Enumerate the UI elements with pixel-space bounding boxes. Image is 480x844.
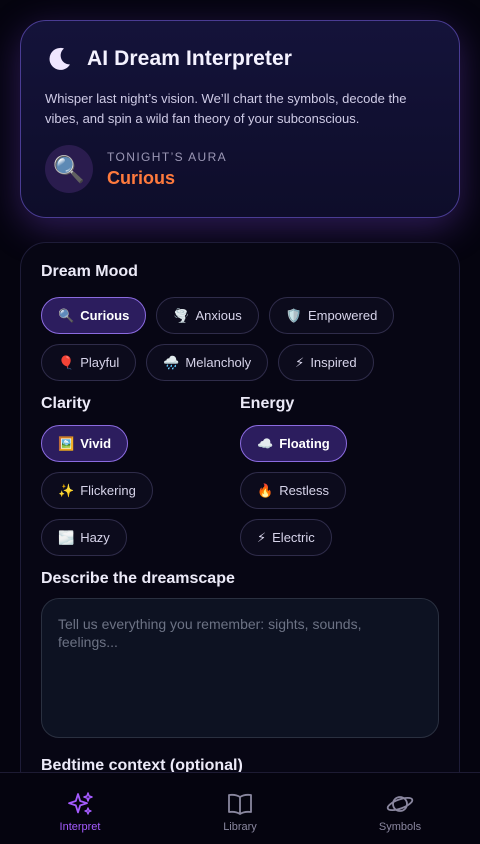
nav-item-symbols[interactable]: Symbols [320,773,480,844]
chip-label: Anxious [195,308,242,323]
app-title: AI Dream Interpreter [87,47,293,70]
chip-label: Restless [279,483,330,498]
energy-chip-electric[interactable]: ⚡ Electric [240,519,332,556]
nav-label: Library [223,821,257,833]
mood-chip-melancholy[interactable]: 🌧️ Melancholy [146,344,269,381]
dreamscape-textarea[interactable] [41,598,439,738]
rain-cloud-icon: 🌧️ [163,354,180,370]
chip-label: Playful [80,355,120,370]
magnifier-icon: 🔍 [52,153,86,184]
aura-row: 🔍 TONIGHT’S AURA Curious [45,145,435,193]
framed-picture-icon: 🖼️ [58,435,75,451]
clarity-energy-row: Clarity 🖼️ Vivid ✨ Flickering 🌫️ Hazy En… [41,395,439,556]
cloud-icon: ☁️ [257,435,274,451]
balloon-icon: 🎈 [58,354,75,370]
chip-label: Flickering [80,483,136,498]
clarity-chip-vivid[interactable]: 🖼️ Vivid [41,425,129,462]
mood-chip-empowered[interactable]: 🛡️ Empowered [268,297,395,334]
clarity-title: Clarity [41,395,91,412]
mood-chip-inspired[interactable]: ⚡ Inspired [278,344,374,381]
nav-item-interpret[interactable]: Interpret [0,773,160,844]
energy-column: Energy ☁️ Floating 🔥 Restless ⚡ Electric [240,395,439,556]
dream-form-card: Dream Mood 🔍 Curious 🌪️ Anxious 🛡️ Empow… [20,242,460,844]
shield-icon: 🛡️ [285,307,302,323]
header-card: AI Dream Interpreter Whisper last night’… [20,20,460,218]
energy-title: Energy [240,395,295,412]
chip-label: Electric [272,530,315,545]
dream-mood-title: Dream Mood [41,263,138,280]
chip-label: Floating [279,436,330,451]
chip-label: Vivid [80,436,112,451]
nav-item-library[interactable]: Library [160,773,320,844]
chip-label: Empowered [307,308,378,323]
fog-icon: 🌫️ [58,529,75,545]
lightning-icon: ⚡ [295,354,305,370]
nav-label: Interpret [59,821,101,833]
describe-dreamscape-title: Describe the dreamscape [41,570,235,587]
lightning-icon: ⚡ [257,529,267,545]
chip-label: Curious [80,308,130,323]
title-row: AI Dream Interpreter [45,45,435,73]
header-subtitle: Whisper last night’s vision. We’ll chart… [45,91,407,126]
aura-label: TONIGHT’S AURA [107,149,228,164]
nav-label: Symbols [378,821,422,833]
aura-text: TONIGHT’S AURA Curious [107,150,227,189]
energy-chip-group: ☁️ Floating 🔥 Restless ⚡ Electric [240,425,439,556]
clarity-chip-group: 🖼️ Vivid ✨ Flickering 🌫️ Hazy [41,425,240,556]
aura-value: Curious [107,167,176,188]
tornado-icon: 🌪️ [173,307,190,323]
mood-chip-group: 🔍 Curious 🌪️ Anxious 🛡️ Empowered 🎈 Play… [41,297,439,381]
magnifier-icon: 🔍 [58,307,75,323]
chip-label: Melancholy [185,355,252,370]
mood-chip-anxious[interactable]: 🌪️ Anxious [156,297,259,334]
sparkles-icon: ✨ [58,482,75,498]
energy-chip-restless[interactable]: 🔥 Restless [240,472,347,509]
fire-icon: 🔥 [257,482,274,498]
crescent-moon-icon [49,47,70,70]
clarity-column: Clarity 🖼️ Vivid ✨ Flickering 🌫️ Hazy [41,395,240,556]
sparkles-icon [68,792,93,815]
clarity-chip-flickering[interactable]: ✨ Flickering [41,472,153,509]
book-icon [228,793,252,815]
energy-chip-floating[interactable]: ☁️ Floating [240,425,347,462]
planet-icon [386,796,414,812]
mood-chip-curious[interactable]: 🔍 Curious [41,297,147,334]
bottom-nav: Interpret Library Symbols [0,772,480,844]
chip-label: Hazy [80,530,110,545]
clarity-chip-hazy[interactable]: 🌫️ Hazy [41,519,127,556]
chip-label: Inspired [310,355,357,370]
aura-avatar: 🔍 [45,145,93,193]
mood-chip-playful[interactable]: 🎈 Playful [41,344,137,381]
